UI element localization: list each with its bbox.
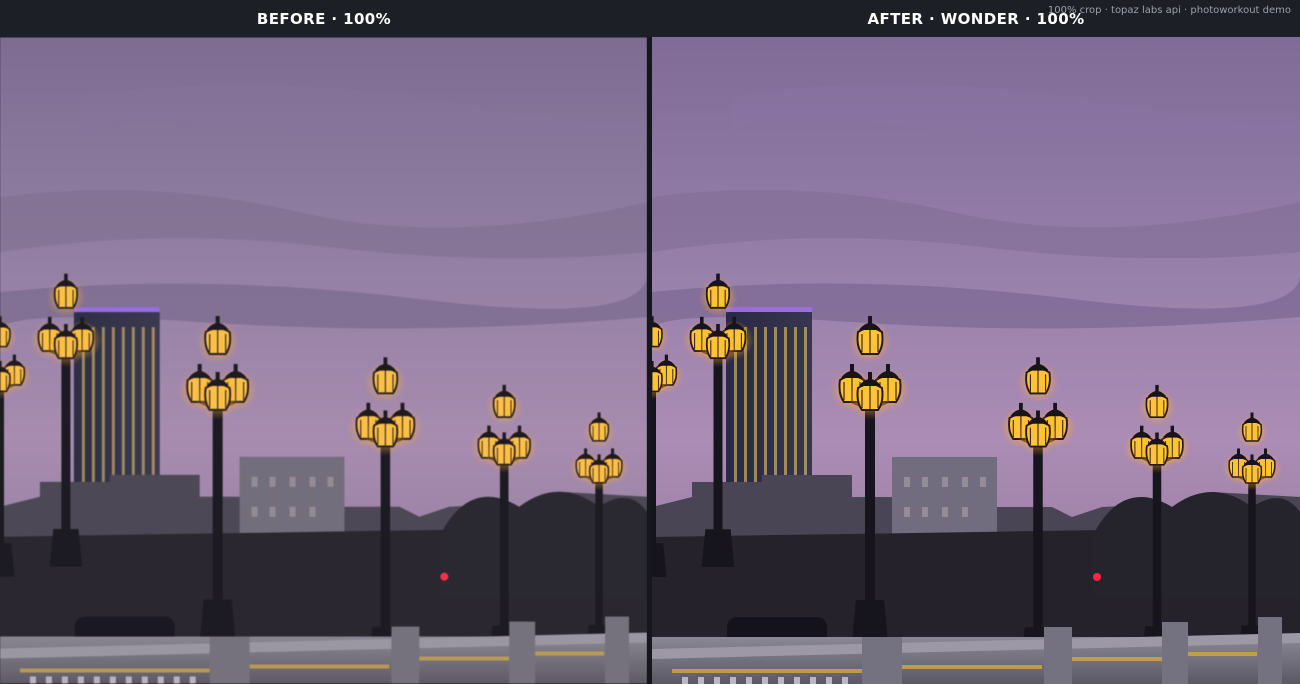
before-photo [0, 37, 647, 684]
watermark-caption: 100% crop · topaz labs api · photoworkou… [1047, 5, 1291, 16]
after-image-pane [652, 37, 1300, 684]
after-photo [652, 37, 1300, 684]
comparison-viewer: BEFORE · 100% AFTER · WONDER · 100% 100%… [0, 0, 1300, 684]
before-image-pane [0, 37, 647, 684]
before-label: BEFORE · 100% [256, 10, 392, 28]
header-bar: BEFORE · 100% AFTER · WONDER · 100% 100%… [0, 0, 1300, 37]
